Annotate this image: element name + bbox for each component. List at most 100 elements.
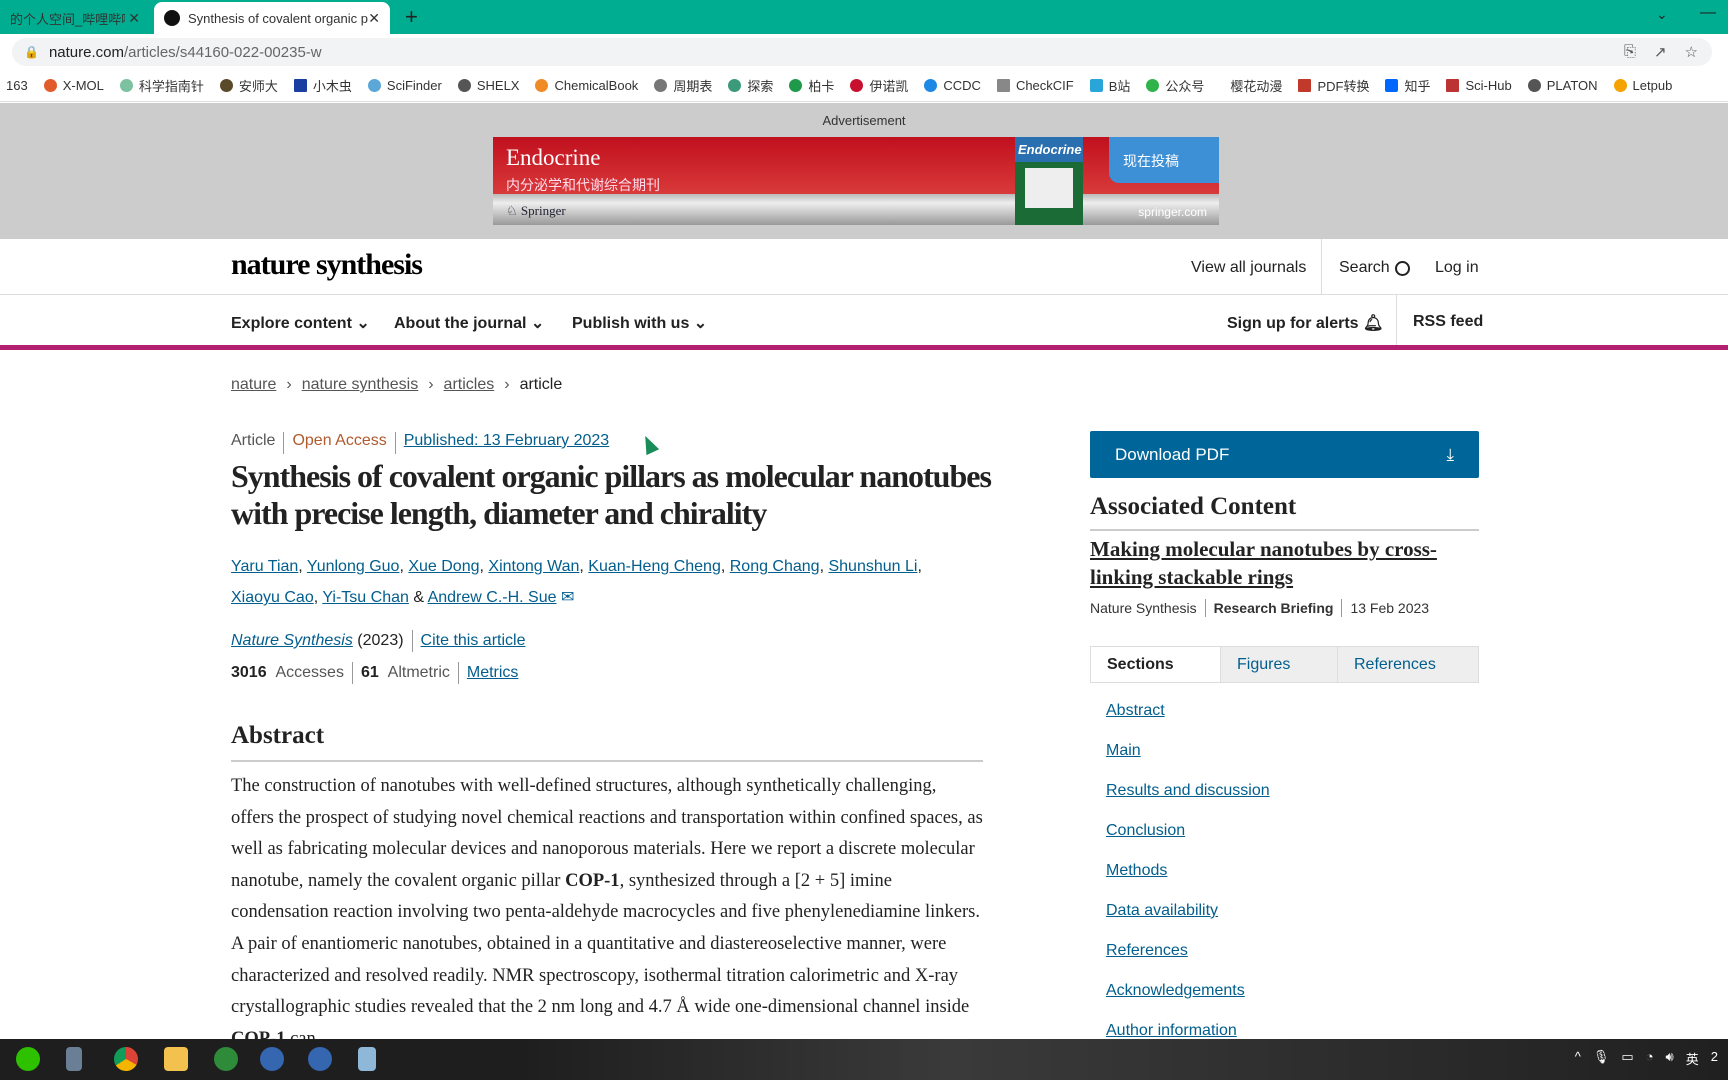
- alerts-link[interactable]: Sign up for alerts 🔔︎: [1227, 313, 1383, 333]
- associated-article-link[interactable]: Making molecular nanotubes by cross-link…: [1090, 535, 1479, 591]
- bookmark[interactable]: X-MOL: [43, 78, 104, 93]
- bookmark[interactable]: SHELX: [457, 78, 519, 93]
- calculator-icon[interactable]: [66, 1047, 82, 1071]
- login-link[interactable]: Log in: [1435, 259, 1479, 277]
- view-all-journals-link[interactable]: View all journals: [1191, 259, 1306, 277]
- bookmark[interactable]: 163: [6, 78, 28, 93]
- section-link-abstract[interactable]: Abstract: [1106, 702, 1165, 719]
- tab-search-chevron-icon[interactable]: ⌄: [1656, 6, 1668, 23]
- ad-site: springer.com: [1138, 205, 1207, 219]
- star-icon[interactable]: ☆: [1685, 43, 1698, 61]
- browser-tab[interactable]: 的个人空间_哔哩哔哩_✕: [0, 2, 150, 34]
- author-link[interactable]: Yunlong Guo: [307, 558, 400, 575]
- tab-figures[interactable]: Figures: [1220, 647, 1337, 682]
- bookmark[interactable]: 公众号: [1146, 76, 1204, 95]
- section-link-data-availability[interactable]: Data availability: [1106, 902, 1218, 919]
- chrome-icon[interactable]: [114, 1047, 138, 1071]
- author-list: Yaru Tian, Yunlong Guo, Xue Dong, Xinton…: [231, 558, 922, 606]
- section-link-author-information[interactable]: Author information: [1106, 1022, 1237, 1039]
- share-icon[interactable]: ↗: [1654, 43, 1667, 61]
- chevron-up-icon[interactable]: ^: [1575, 1049, 1581, 1068]
- section-link-results[interactable]: Results and discussion: [1106, 782, 1270, 799]
- author-link[interactable]: Andrew C.-H. Sue: [428, 589, 557, 606]
- bookmark[interactable]: 小木虫: [293, 76, 352, 95]
- author-link[interactable]: Yaru Tian: [231, 558, 298, 575]
- bookmark[interactable]: B站: [1089, 76, 1130, 95]
- volume-icon[interactable]: 🔊︎: [1666, 1049, 1674, 1068]
- author-link[interactable]: Kuan-Heng Cheng: [588, 558, 721, 575]
- metrics-link[interactable]: Metrics: [467, 664, 519, 682]
- cite-article-link[interactable]: Cite this article: [421, 632, 526, 650]
- section-link-conclusion[interactable]: Conclusion: [1106, 822, 1185, 839]
- battery-icon[interactable]: ▭: [1621, 1049, 1633, 1068]
- bookmark[interactable]: CheckCIF: [996, 78, 1074, 93]
- section-link-references[interactable]: References: [1106, 942, 1188, 959]
- chemdraw-icon[interactable]: [214, 1047, 238, 1071]
- bookmark[interactable]: PDF转换: [1298, 76, 1369, 95]
- publish-menu[interactable]: Publish with us ⌄: [572, 313, 707, 333]
- tab-sections[interactable]: Sections: [1091, 647, 1220, 682]
- translate-icon[interactable]: ⎘: [1624, 43, 1636, 61]
- author-link[interactable]: Xue Dong: [408, 558, 479, 575]
- bookmark[interactable]: 伊诺凯: [850, 76, 908, 95]
- bookmark[interactable]: 樱花动漫: [1230, 76, 1282, 95]
- section-link-main[interactable]: Main: [1106, 742, 1141, 759]
- email-icon[interactable]: ✉: [561, 589, 574, 606]
- bookmark[interactable]: 周期表: [654, 76, 712, 95]
- associated-content-heading: Associated Content: [1090, 493, 1479, 531]
- bookmark[interactable]: CCDC: [924, 78, 981, 93]
- tab-references[interactable]: References: [1337, 647, 1478, 682]
- journal-logo[interactable]: nature synthesis: [231, 248, 423, 282]
- address-bar[interactable]: 🔒 nature.com/articles/s44160-022-00235-w…: [12, 38, 1712, 66]
- author-link[interactable]: Xiaoyu Cao: [231, 589, 314, 606]
- breadcrumb-link[interactable]: nature synthesis: [302, 376, 419, 393]
- bookmark[interactable]: 科学指南针: [119, 76, 204, 95]
- minimize-button[interactable]: —: [1700, 4, 1716, 22]
- download-pdf-button[interactable]: Download PDF ⤓: [1090, 431, 1479, 478]
- globe-icon: [1527, 78, 1541, 92]
- journal-cover-image: Endocrine: [1015, 137, 1083, 225]
- wifi-icon[interactable]: ◔: [1646, 1049, 1654, 1068]
- bookmark[interactable]: SciFinder: [367, 78, 442, 93]
- close-icon[interactable]: ✕: [368, 10, 380, 27]
- published-date-link[interactable]: Published: 13 February 2023: [404, 432, 609, 454]
- new-tab-button[interactable]: +: [405, 4, 418, 30]
- explore-content-menu[interactable]: Explore content ⌄: [231, 313, 370, 333]
- app-icon[interactable]: [308, 1047, 332, 1071]
- bookmark-icon: [789, 78, 803, 92]
- app-icon[interactable]: [260, 1047, 284, 1071]
- close-icon[interactable]: ✕: [128, 10, 140, 27]
- breadcrumb-link[interactable]: nature: [231, 376, 276, 393]
- file-explorer-icon[interactable]: [164, 1047, 188, 1071]
- bookmark-icon: [119, 78, 133, 92]
- bookmark[interactable]: Letpub: [1613, 78, 1672, 93]
- author-link[interactable]: Xintong Wan: [488, 558, 579, 575]
- rss-feed-link[interactable]: RSS feed: [1413, 313, 1483, 331]
- bookmark[interactable]: Sci-Hub: [1446, 78, 1512, 93]
- browser-tab-active[interactable]: Synthesis of covalent organic p ✕: [154, 2, 390, 34]
- author-link[interactable]: Rong Chang: [730, 558, 820, 575]
- search-button[interactable]: Search: [1339, 259, 1410, 277]
- wechat-icon[interactable]: [16, 1047, 40, 1071]
- bookmark[interactable]: ChemicalBook: [535, 78, 638, 93]
- bookmark[interactable]: 安师大: [219, 76, 278, 95]
- ime-indicator[interactable]: 英: [1686, 1049, 1699, 1068]
- bookmark[interactable]: PLATON: [1527, 78, 1598, 93]
- clock[interactable]: 2: [1711, 1049, 1718, 1068]
- author-link[interactable]: Yi-Tsu Chan: [322, 589, 409, 606]
- app-icon[interactable]: [358, 1047, 376, 1071]
- bookmark[interactable]: 知乎: [1385, 76, 1430, 95]
- bookmark[interactable]: 探索: [728, 76, 773, 95]
- section-link-acknowledgements[interactable]: Acknowledgements: [1106, 982, 1245, 999]
- author-link[interactable]: Shunshun Li: [828, 558, 917, 575]
- section-link-methods[interactable]: Methods: [1106, 862, 1167, 879]
- bookmark[interactable]: 柏卡: [789, 76, 834, 95]
- about-journal-menu[interactable]: About the journal ⌄: [394, 313, 544, 333]
- microphone-icon[interactable]: 🎙︎: [1593, 1049, 1610, 1068]
- mouse-cursor: [638, 432, 660, 456]
- submit-now-button[interactable]: 现在投稿: [1109, 137, 1219, 183]
- windows-taskbar: ^ 🎙︎ ▭ ◔ 🔊︎ 英 2: [0, 1039, 1728, 1080]
- ad-banner[interactable]: Endocrine 内分泌学和代谢综合期刊 ♘ Springer Endocri…: [493, 137, 1219, 225]
- breadcrumb-link[interactable]: articles: [444, 376, 495, 393]
- journal-link[interactable]: Nature Synthesis: [231, 632, 353, 650]
